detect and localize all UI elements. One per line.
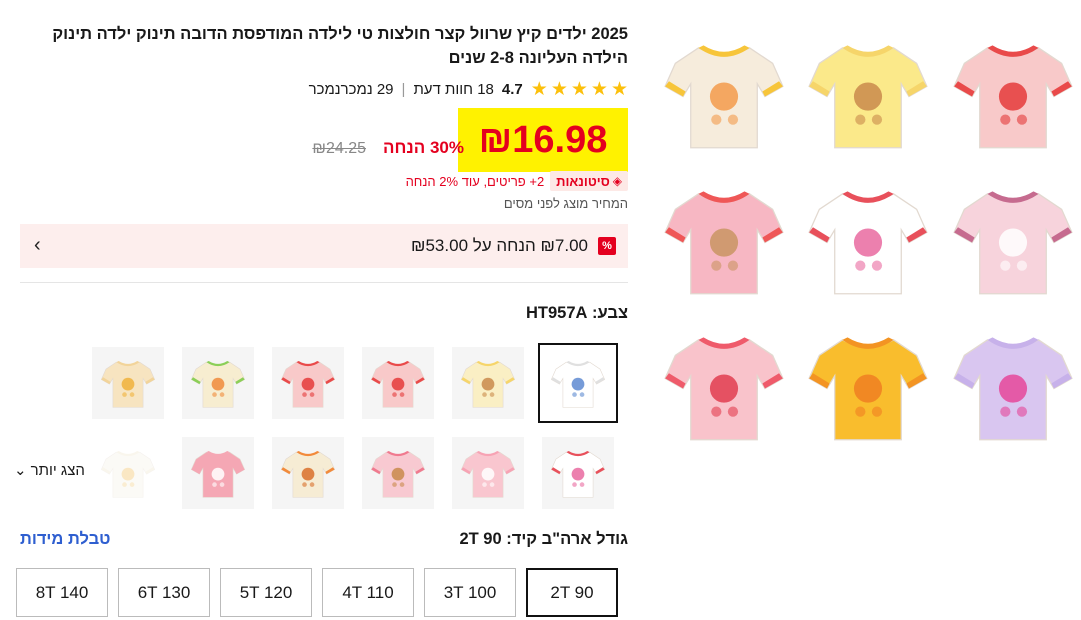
tshirt-image (953, 337, 1073, 441)
tshirt-image (664, 337, 784, 441)
tshirt-image (190, 450, 246, 498)
wholesale-row: ◈ סיטונאות 2+ פריטים, עוד 2% הנחה (406, 171, 628, 191)
tshirt-image (460, 450, 516, 498)
gallery-image[interactable] (656, 24, 792, 164)
tshirt-image (460, 360, 516, 408)
tax-note: המחיר מוצג לפני מסים (503, 196, 628, 211)
tshirt-image (953, 45, 1073, 149)
star-icon: ★ (590, 78, 608, 100)
coupon-text: ₪7.00 הנחה על ₪53.00 (411, 236, 588, 255)
star-icon: ★ (550, 78, 568, 100)
gallery-image[interactable] (656, 316, 792, 456)
show-more-button[interactable]: הצג יותר ⌄ (14, 461, 85, 480)
tshirt-image (550, 450, 606, 498)
price-box: ₪16.98 (458, 108, 628, 172)
gallery-image[interactable] (945, 170, 1081, 310)
tshirt-image (664, 45, 784, 149)
size-chart-link[interactable]: טבלת מידות (20, 530, 111, 549)
size-option[interactable]: 2T 90 (526, 568, 618, 617)
tshirt-image (808, 337, 928, 441)
color-thumb[interactable] (452, 347, 524, 419)
size-option[interactable]: 4T 110 (322, 568, 414, 617)
color-thumb[interactable] (92, 347, 164, 419)
color-label: צבע: HT957A (526, 304, 628, 323)
original-price: ₪24.25 (312, 140, 366, 157)
tshirt-image (808, 191, 928, 295)
color-thumb[interactable] (362, 437, 434, 509)
gallery-image[interactable] (945, 24, 1081, 164)
tshirt-image (550, 360, 606, 408)
tshirt-image (953, 191, 1073, 295)
color-thumb[interactable] (362, 347, 434, 419)
wholesale-text: 2+ פריטים, עוד 2% הנחה (405, 173, 545, 189)
discount-label: 30% הנחה (383, 138, 464, 157)
color-thumb[interactable] (182, 437, 254, 509)
percent-icon: % (598, 237, 616, 255)
show-more-label: הצג יותר (30, 461, 85, 479)
star-icon: ★ (530, 78, 548, 100)
color-thumb[interactable] (538, 343, 618, 423)
selected-size: 2T 90 (459, 530, 502, 548)
gallery-image[interactable] (656, 170, 792, 310)
star-icon: ★ (570, 78, 588, 100)
tshirt-image (280, 360, 336, 408)
gallery-image[interactable] (800, 24, 936, 164)
tag-icon: ◈ (612, 174, 622, 188)
tshirt-image (100, 450, 156, 498)
size-option[interactable]: 8T 140 (16, 568, 108, 617)
star-icon: ★ (610, 78, 628, 100)
chevron-down-icon: ⌄ (14, 462, 27, 479)
chevron-right-icon: › (34, 234, 41, 256)
gallery-image[interactable] (945, 316, 1081, 456)
wholesale-badge-label: סיטונאות (556, 173, 610, 189)
tshirt-image (280, 450, 336, 498)
color-thumb[interactable] (182, 347, 254, 419)
tshirt-image (664, 191, 784, 295)
tshirt-image (808, 45, 928, 149)
rating-row: ★ ★ ★ ★ ★ 4.7 18 חוות דעת | 29 נמכרנמכר (309, 78, 628, 100)
coupon-banner[interactable]: % ₪7.00 הנחה על ₪53.00 › (20, 224, 628, 268)
size-option[interactable]: 6T 130 (118, 568, 210, 617)
divider (20, 282, 628, 283)
size-label: גודל ארה"ב קיד: 2T 90 (459, 530, 628, 549)
tshirt-image (370, 360, 426, 408)
color-thumb[interactable] (272, 437, 344, 509)
size-option[interactable]: 5T 120 (220, 568, 312, 617)
current-price: ₪16.98 (478, 118, 608, 161)
size-option[interactable]: 3T 100 (424, 568, 516, 617)
reviews-link[interactable]: 18 חוות דעת (413, 81, 493, 98)
wholesale-badge: ◈ סיטונאות (550, 171, 628, 191)
color-thumb[interactable] (92, 437, 164, 509)
size-label-text: גודל ארה"ב קיד: (506, 530, 628, 548)
product-title: 2025 ילדים קיץ שרוול קצר חולצות טי לילדה… (52, 25, 628, 67)
separator: | (401, 80, 406, 98)
tshirt-image (190, 360, 246, 408)
sold-count: 29 נמכרנמכר (308, 80, 394, 98)
selected-color: HT957A (525, 304, 588, 322)
gallery-image[interactable] (800, 170, 936, 310)
tshirt-image (100, 360, 156, 408)
product-image-grid (656, 24, 1081, 464)
color-thumb[interactable] (542, 437, 614, 509)
tshirt-image (370, 450, 426, 498)
gallery-image[interactable] (800, 316, 936, 456)
rating-stars[interactable]: ★ ★ ★ ★ ★ (531, 80, 628, 99)
product-details: 2025 ילדים קיץ שרוול קצר חולצות טי לילדה… (14, 0, 628, 620)
color-thumb[interactable] (452, 437, 524, 509)
color-thumb[interactable] (272, 347, 344, 419)
color-label-text: צבע: (592, 304, 628, 322)
rating-value: 4.7 (501, 80, 523, 98)
